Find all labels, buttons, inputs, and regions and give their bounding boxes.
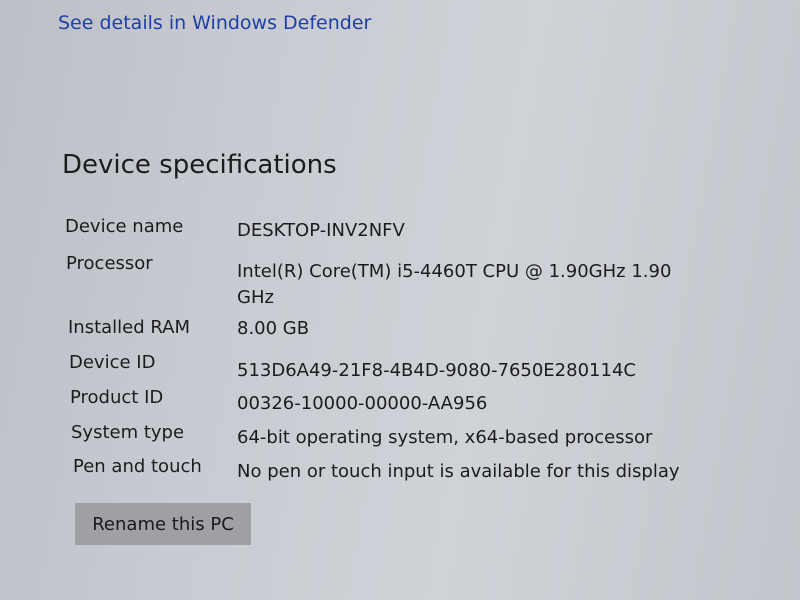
windows-defender-link[interactable]: See details in Windows Defender — [58, 12, 371, 34]
spec-label: Processor — [66, 253, 153, 274]
spec-label: Installed RAM — [68, 317, 191, 338]
spec-value: Intel(R) Core(TM) i5-4460T CPU @ 1.90GHz… — [237, 261, 672, 308]
spec-value: 8.00 GB — [237, 318, 310, 339]
spec-label: Product ID — [70, 387, 164, 408]
spec-value: 00326-10000-00000-AA956 — [237, 393, 488, 414]
spec-label: Pen and touch — [73, 456, 202, 477]
spec-value: No pen or touch input is available for t… — [237, 461, 680, 482]
spec-label: Device ID — [69, 352, 156, 373]
spec-label: Device name — [65, 216, 184, 237]
spec-value: 64-bit operating system, x64-based proce… — [237, 427, 653, 448]
rename-pc-button[interactable]: Rename this PC — [75, 503, 251, 545]
spec-value: DESKTOP-INV2NFV — [237, 220, 405, 241]
device-specifications-heading: Device specifications — [62, 150, 337, 180]
spec-label: System type — [71, 422, 185, 443]
spec-value: 513D6A49-21F8-4B4D-9080-7650E280114C — [237, 360, 636, 381]
